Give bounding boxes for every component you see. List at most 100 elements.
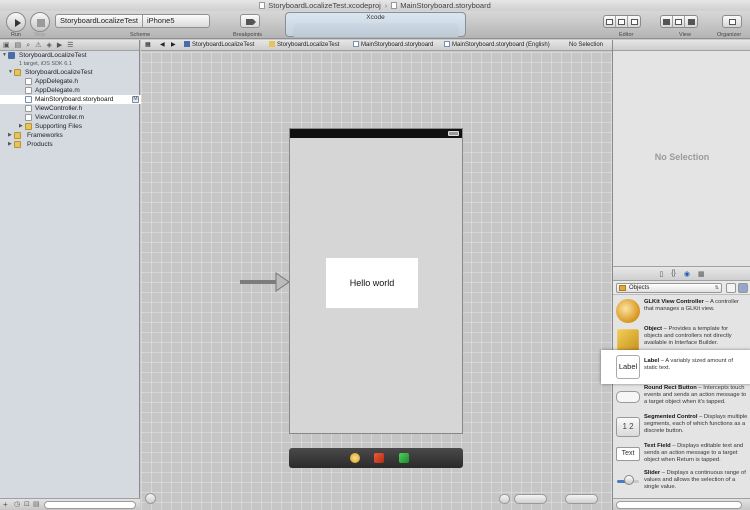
jump-crumb-localization[interactable]: MainStoryboard.storyboard (English): [444, 40, 550, 50]
view-label: View: [679, 32, 691, 38]
library-category-value: Objects: [629, 285, 650, 291]
inspector-no-selection: No Selection: [654, 152, 710, 162]
library-category-select[interactable]: Objects ⇅: [616, 283, 722, 293]
project-navigator-tab-icon[interactable]: ▣: [3, 41, 10, 50]
breakpoint-navigator-tab-icon[interactable]: ▶: [57, 41, 62, 50]
back-arrow-icon[interactable]: ◀: [160, 40, 165, 50]
jump-crumb-selection[interactable]: No Selection: [569, 40, 603, 50]
disclosure-closed-icon[interactable]: ▶: [8, 131, 12, 140]
icon-view-button[interactable]: [726, 283, 736, 293]
toggle-navigator-button[interactable]: [661, 16, 673, 27]
label-thumbnail: Label: [616, 355, 640, 379]
library-item-description: Text Field – Displays editable text and …: [644, 443, 748, 464]
disclosure-closed-icon[interactable]: ▶: [19, 122, 23, 131]
library-item-title: Segmented Control: [644, 414, 698, 420]
debug-pane-icon: [675, 18, 682, 25]
hello-label[interactable]: Hello world: [326, 258, 418, 308]
organizer-button[interactable]: [722, 15, 742, 28]
constraint-toggle-button[interactable]: [499, 494, 510, 504]
forward-arrow-icon[interactable]: ▶: [171, 40, 176, 50]
library-item-round-rect-button[interactable]: Round Rect Button – Intercepts touch eve…: [613, 385, 750, 413]
search-navigator-tab-icon[interactable]: ⌕: [26, 41, 30, 50]
run-button[interactable]: [6, 12, 26, 32]
standard-editor-button[interactable]: [604, 16, 616, 27]
initial-scene-arrow-icon: [240, 272, 290, 292]
disclosure-open-icon[interactable]: ▼: [8, 68, 13, 77]
add-file-button[interactable]: +: [3, 500, 8, 509]
crumb-label: MainStoryboard.storyboard (English): [452, 42, 550, 48]
list-item[interactable]: AppDelegate.m: [0, 86, 139, 95]
disclosure-open-icon[interactable]: ▼: [2, 51, 7, 60]
folder-icon: [14, 141, 21, 148]
list-item-selected[interactable]: MainStoryboard.storyboard M: [0, 95, 147, 104]
symbol-navigator-tab-icon[interactable]: ▤: [15, 41, 22, 50]
view-controller-icon[interactable]: [399, 453, 409, 463]
library-item-glkit-view-controller[interactable]: GLKit View Controller – A controller tha…: [613, 296, 750, 328]
list-item[interactable]: ▼ StoryboardLocalizeTest: [0, 68, 139, 77]
debug-navigator-tab-icon[interactable]: ◈: [46, 41, 51, 50]
navigator-filter-input[interactable]: [44, 501, 136, 509]
exit-icon[interactable]: [374, 453, 384, 463]
folder-icon: [269, 41, 275, 47]
document-outline-toggle-button[interactable]: [145, 493, 156, 504]
view-toggle-control[interactable]: [660, 15, 698, 28]
utilities-pane: No Selection ▯ {} ◉ ▦ Objects ⇅ GLKit Vi…: [601, 40, 750, 510]
header-file-icon: [25, 105, 32, 112]
organizer-button-face[interactable]: [723, 16, 741, 27]
library-item-text: – Displays a continuous range of values …: [644, 470, 746, 490]
media-library-icon[interactable]: ▦: [698, 270, 705, 278]
jump-crumb-group[interactable]: StoryboardLocalizeTest: [269, 40, 340, 50]
list-item[interactable]: ViewController.h: [0, 104, 139, 113]
folder-icon: [14, 132, 21, 139]
crumb-label: StoryboardLocalizeTest: [277, 42, 340, 48]
object-library-icon[interactable]: ◉: [684, 270, 690, 278]
recent-filter-icon[interactable]: ◷: [14, 500, 20, 508]
library-item-text-field[interactable]: Text Text Field – Displays editable text…: [613, 443, 750, 469]
list-item[interactable]: ▶ Frameworks: [0, 131, 139, 140]
library-item-description: GLKit View Controller – A controller tha…: [644, 299, 748, 313]
list-item[interactable]: AppDelegate.h: [0, 77, 139, 86]
modified-badge: M: [132, 96, 139, 103]
library-item-segmented-control[interactable]: 1 2 Segmented Control – Displays multipl…: [613, 413, 750, 441]
slider-icon: [616, 474, 640, 488]
scheme-target[interactable]: StoryboardLocalizeTest: [56, 15, 142, 27]
tree-item-label: ViewController.m: [35, 114, 85, 121]
unsaved-filter-icon[interactable]: ▤: [33, 500, 40, 508]
library-search-input[interactable]: [616, 501, 742, 509]
scm-filter-icon[interactable]: ⊡: [24, 500, 30, 508]
version-editor-button[interactable]: [628, 16, 640, 27]
list-view-button[interactable]: [738, 283, 748, 293]
list-item[interactable]: ViewController.m: [0, 113, 139, 122]
breakpoints-button[interactable]: [240, 14, 260, 28]
scheme-device[interactable]: iPhone5: [143, 15, 179, 27]
editor-mode-control[interactable]: [603, 15, 641, 28]
zoom-control-buttons[interactable]: [565, 494, 598, 504]
file-template-library-icon[interactable]: ▯: [659, 270, 663, 278]
library-item-label[interactable]: Label Label – A variably sized amount of…: [601, 350, 750, 384]
issue-navigator-tab-icon[interactable]: ⚠: [35, 41, 41, 50]
editor-label: Editor: [619, 32, 634, 38]
storyboard-canvas[interactable]: Hello world: [141, 52, 612, 510]
jump-crumb-file[interactable]: MainStoryboard.storyboard: [353, 40, 433, 50]
view-controller-scene[interactable]: Hello world: [289, 128, 463, 434]
disclosure-closed-icon[interactable]: ▶: [8, 140, 12, 149]
code-snippet-library-icon[interactable]: {}: [671, 270, 676, 277]
library-item-slider[interactable]: Slider – Displays a continuous range of …: [613, 470, 750, 496]
jump-crumb-project[interactable]: StoryboardLocalizeTest: [184, 40, 254, 50]
toggle-debug-button[interactable]: [673, 16, 685, 27]
stop-button[interactable]: [30, 12, 50, 32]
tree-item-label: AppDelegate.m: [35, 87, 80, 94]
log-navigator-tab-icon[interactable]: ☰: [67, 41, 73, 50]
run-label: Run: [11, 32, 22, 38]
assistant-editor-button[interactable]: [616, 16, 628, 27]
status-bar: [290, 129, 462, 138]
list-item[interactable]: ▶ Supporting Files: [0, 122, 139, 131]
related-files-icon[interactable]: ▦: [145, 40, 151, 50]
list-item[interactable]: ▶ Products: [0, 140, 139, 149]
toggle-utilities-button[interactable]: [685, 16, 697, 27]
first-responder-icon[interactable]: [350, 453, 360, 463]
layout-control-buttons[interactable]: [514, 494, 547, 504]
scheme-selector[interactable]: StoryboardLocalizeTest iPhone5: [55, 14, 210, 28]
project-root-row[interactable]: ▼ StoryboardLocalizeTest: [0, 51, 139, 60]
navigator-selector-bar: ▣ ▤ ⌕ ⚠ ◈ ▶ ☰: [0, 40, 139, 51]
